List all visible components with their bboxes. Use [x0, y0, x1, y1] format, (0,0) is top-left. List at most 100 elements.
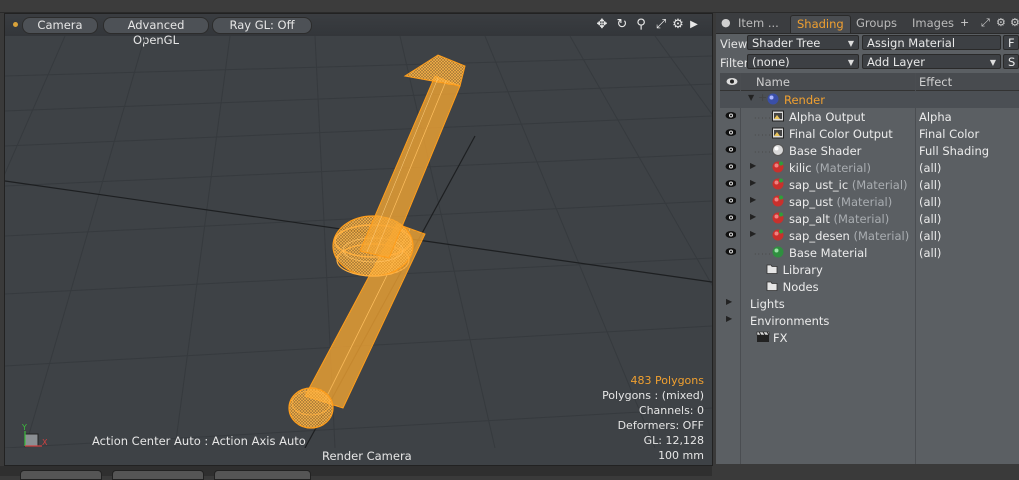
search-icon[interactable]: ⚲ [634, 17, 648, 32]
bottom-tab[interactable] [20, 470, 102, 480]
camera-name-label: Render Camera [322, 449, 412, 463]
tree-row[interactable]: ····· Alpha Output Alpha [720, 108, 1019, 125]
tree-connector: ····· [754, 131, 772, 140]
tab-groups[interactable]: Groups [850, 15, 903, 32]
shader-tree: Name Effect ▼ + Render ····· Alpha Output Alp… [720, 73, 1019, 464]
tree-item-name: sap_ust (Material) [789, 195, 893, 209]
tree-row[interactable]: ▶ Lights [720, 295, 1019, 312]
tree-row[interactable]: FX [720, 329, 1019, 346]
tree-item-name: Environments [750, 314, 830, 328]
visibility-eye-icon[interactable] [725, 179, 736, 188]
axis-label-y: Y [21, 423, 27, 432]
tree-item-effect: Full Shading [919, 144, 990, 158]
material-icon [772, 161, 784, 173]
tree-item-name: Nodes [782, 280, 819, 294]
tree-item-effect: (all) [919, 212, 942, 226]
visibility-eye-icon[interactable] [725, 111, 736, 120]
expand-toggle-icon[interactable]: ▶ [750, 161, 756, 170]
expand-toggle-icon[interactable]: ▼ [748, 93, 754, 102]
tree-item-name: Lights [750, 297, 785, 311]
visibility-eye-icon[interactable] [725, 230, 736, 239]
assign-material-button[interactable]: Assign Material [862, 35, 1001, 50]
expand-toggle-icon[interactable]: ▶ [750, 195, 756, 204]
tree-row[interactable]: ▶ sap_desen (Material) (all) [720, 227, 1019, 244]
material-icon [772, 178, 784, 190]
tree-row[interactable]: ▶ Environments [720, 312, 1019, 329]
tree-item-name: Final Color Output [789, 127, 893, 141]
base-material-icon [772, 246, 784, 258]
maximize-icon[interactable]: ⤢ [981, 16, 990, 30]
wireframe-model[interactable] [288, 54, 466, 429]
scene-canvas[interactable]: Y X [5, 36, 712, 448]
effect-column-header[interactable]: Effect [919, 75, 952, 89]
expand-toggle-icon[interactable]: ▶ [750, 212, 756, 221]
tree-row[interactable]: ▶ sap_ust_ic (Material) (all) [720, 176, 1019, 193]
tree-item-name: Library [782, 263, 823, 277]
visibility-eye-icon[interactable] [725, 128, 736, 137]
ray-gl-button[interactable]: Ray GL: Off [212, 17, 312, 34]
tree-item-effect: (all) [919, 195, 942, 209]
visibility-eye-icon[interactable] [725, 247, 736, 256]
tab-images[interactable]: Images [906, 15, 960, 32]
tree-item-effect: (all) [919, 161, 942, 175]
panel-menu-dot-icon[interactable]: ● [721, 16, 731, 29]
panel-tab-bar: ● Item ... Shading Groups Images + ⤢ ⚙ ⚙ [716, 13, 1019, 34]
bottom-tab[interactable] [112, 470, 204, 480]
material-icon [772, 195, 784, 207]
tree-item-name: sap_ust_ic (Material) [789, 178, 908, 192]
visibility-eye-icon[interactable] [725, 162, 736, 171]
tab-shading[interactable]: Shading [790, 15, 851, 33]
view-dropdown[interactable]: Shader Tree ▼ [747, 35, 859, 50]
tree-row[interactable]: ▼ + Render [720, 91, 1019, 108]
bottom-tab[interactable] [214, 470, 311, 480]
maximize-icon[interactable]: ⤢ [654, 17, 668, 32]
tree-row[interactable]: ····· Final Color Output Final Color [720, 125, 1019, 142]
move-icon[interactable]: ✥ [595, 17, 609, 32]
tree-row[interactable]: ····· Base Material (all) [720, 244, 1019, 261]
panel-gear-icon[interactable]: ⚙ [1010, 16, 1019, 29]
tree-row[interactable]: ▶ sap_ust (Material) (all) [720, 193, 1019, 210]
s-button[interactable]: S [1003, 54, 1019, 69]
visibility-eye-icon[interactable] [725, 213, 736, 222]
f-button[interactable]: F [1003, 35, 1019, 50]
clapper-icon [756, 331, 770, 343]
tree-item-name: FX [773, 331, 788, 345]
scale-stat: 100 mm [658, 449, 704, 462]
bottom-toolbar [0, 466, 712, 476]
name-column-header[interactable]: Name [756, 75, 790, 89]
add-tab-icon[interactable]: + [960, 16, 969, 29]
play-icon[interactable]: ▶ [687, 17, 701, 32]
visibility-eye-icon[interactable] [725, 145, 736, 154]
filter-dropdown[interactable]: (none) ▼ [747, 54, 859, 69]
add-child-icon[interactable]: + [758, 91, 767, 104]
tree-row[interactable]: ····· Base Shader Full Shading [720, 142, 1019, 159]
tree-row[interactable]: Library [720, 261, 1019, 278]
tree-row[interactable]: ▶ sap_alt (Material) (all) [720, 210, 1019, 227]
tree-row[interactable]: ▶ kilic (Material) (all) [720, 159, 1019, 176]
gl-stat: GL: 12,128 [643, 434, 704, 447]
view-row: View Shader Tree ▼ Assign Material F [716, 34, 1019, 53]
visibility-header-icon[interactable] [726, 77, 738, 86]
visibility-eye-icon[interactable] [725, 196, 736, 205]
advanced-opengl-button[interactable]: Advanced OpenGL [103, 17, 209, 47]
image-output-icon [772, 110, 784, 122]
expand-toggle-icon[interactable]: ▶ [750, 229, 756, 238]
viewport-menu-dot[interactable] [13, 22, 18, 27]
rotate-icon[interactable]: ↻ [615, 17, 629, 32]
tree-item-effect: Alpha [919, 110, 952, 124]
tree-row[interactable]: Nodes [720, 278, 1019, 295]
material-icon [772, 229, 784, 241]
camera-button[interactable]: Camera [22, 17, 98, 34]
tab-item-list[interactable]: Item ... [732, 15, 785, 32]
add-layer-dropdown[interactable]: Add Layer ▼ [862, 54, 1001, 69]
expand-toggle-icon[interactable]: ▶ [726, 297, 732, 306]
expand-toggle-icon[interactable]: ▶ [750, 178, 756, 187]
folder-icon [766, 263, 778, 275]
tree-header: Name Effect [720, 73, 1019, 91]
expand-toggle-icon[interactable]: ▶ [726, 314, 732, 323]
filter-row: Filter (none) ▼ Add Layer ▼ S [716, 53, 1019, 72]
3d-viewport[interactable]: Camera Advanced OpenGL Ray GL: Off ✥ ↻ ⚲… [4, 13, 713, 466]
gear-icon[interactable]: ⚙ [671, 17, 685, 32]
gear-icon[interactable]: ⚙ [996, 16, 1006, 29]
tree-connector: ····· [754, 250, 772, 259]
